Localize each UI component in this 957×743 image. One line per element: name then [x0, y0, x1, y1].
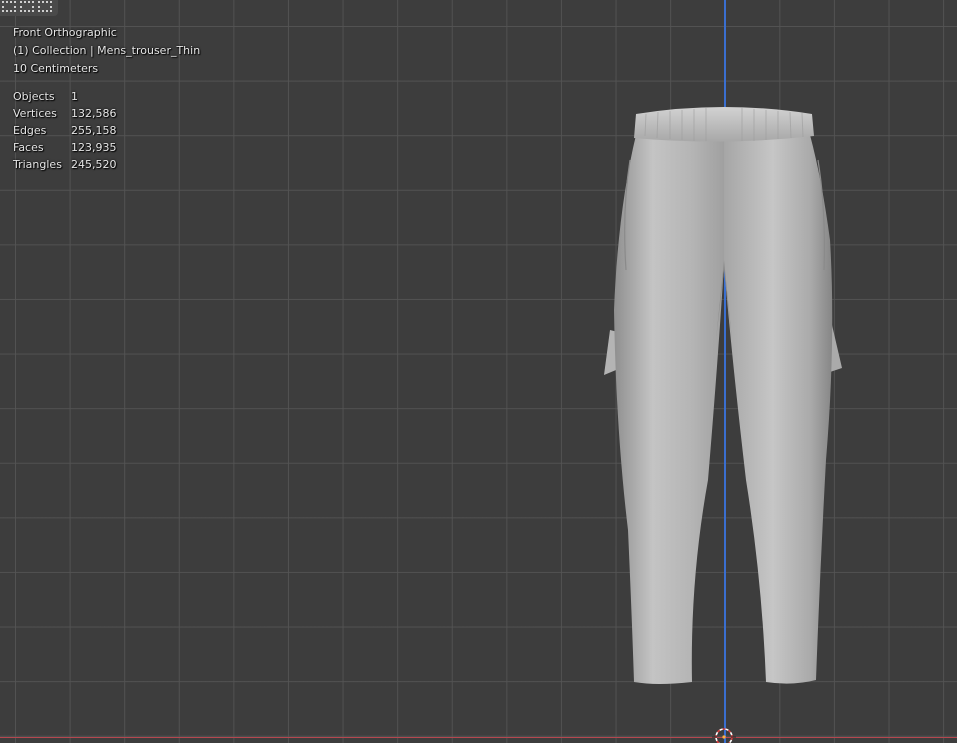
stats-label: Triangles: [13, 158, 62, 171]
stats-value: 255,158: [71, 124, 117, 137]
trouser-mesh[interactable]: [596, 100, 846, 692]
stats-label: Faces: [13, 141, 44, 154]
x-axis-line: [0, 737, 957, 738]
stats-row-triangles: Triangles 245,520: [13, 156, 117, 173]
collection-info-label: (1) Collection | Mens_trouser_Thin: [13, 44, 201, 57]
stats-label: Edges: [13, 124, 47, 137]
stats-row-vertices: Vertices 132,586: [13, 105, 117, 122]
view-name-label: Front Orthographic: [13, 26, 117, 39]
stats-label: Vertices: [13, 107, 57, 120]
stats-value: 245,520: [71, 158, 117, 171]
waistband: [634, 107, 814, 142]
stats-row-objects: Objects 1: [13, 88, 117, 105]
stats-label: Objects: [13, 90, 55, 103]
right-trouser-leg: [724, 135, 833, 684]
selection-mode-icon[interactable]: [20, 1, 34, 12]
stats-value: 132,586: [71, 107, 117, 120]
stats-value: 123,935: [71, 141, 117, 154]
stats-value: 1: [71, 90, 78, 103]
3d-cursor-icon[interactable]: [712, 726, 736, 743]
left-trouser-leg: [614, 135, 724, 684]
overlay-mode-icon[interactable]: [38, 1, 52, 12]
viewport-mode-toolbar[interactable]: [0, 0, 58, 16]
grid-scale-label: 10 Centimeters: [13, 62, 99, 75]
3d-viewport[interactable]: Front Orthographic (1) Collection | Mens…: [0, 0, 957, 743]
stats-row-edges: Edges 255,158: [13, 122, 117, 139]
stats-row-faces: Faces 123,935: [13, 139, 117, 156]
scene-statistics: Objects 1 Vertices 132,586 Edges 255,158…: [13, 88, 117, 173]
object-mode-icon[interactable]: [2, 1, 16, 12]
